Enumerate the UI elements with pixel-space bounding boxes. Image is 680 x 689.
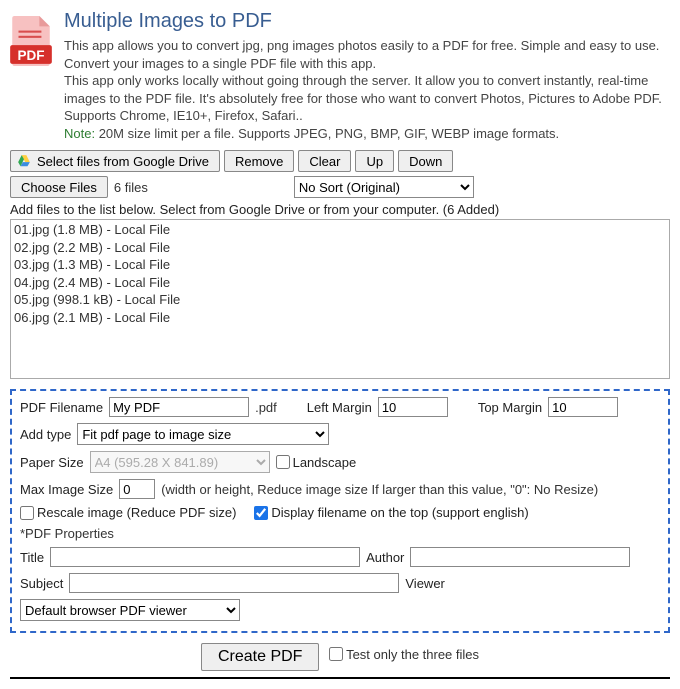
- paper-size-label: Paper Size: [20, 455, 84, 470]
- subject-label: Subject: [20, 576, 63, 591]
- title-label: Title: [20, 550, 44, 565]
- add-files-hint: Add files to the list below. Select from…: [10, 202, 670, 217]
- landscape-checkbox[interactable]: [276, 455, 290, 469]
- down-button[interactable]: Down: [398, 150, 453, 172]
- pdf-icon: PDF: [10, 16, 52, 69]
- gdrive-button-label: Select files from Google Drive: [37, 154, 209, 169]
- landscape-label: Landscape: [293, 455, 357, 470]
- svg-text:PDF: PDF: [17, 48, 44, 63]
- gdrive-icon: [17, 154, 31, 168]
- paper-size-select: A4 (595.28 X 841.89): [90, 451, 270, 473]
- remove-button[interactable]: Remove: [224, 150, 294, 172]
- up-button[interactable]: Up: [355, 150, 394, 172]
- add-type-label: Add type: [20, 427, 71, 442]
- description: This app allows you to convert jpg, png …: [64, 37, 670, 142]
- subject-input[interactable]: [69, 573, 399, 593]
- max-image-hint: (width or height, Reduce image size If l…: [161, 482, 598, 497]
- viewer-label: Viewer: [405, 576, 445, 591]
- pdf-ext-label: .pdf: [255, 400, 277, 415]
- clear-button[interactable]: Clear: [298, 150, 351, 172]
- list-item[interactable]: 06.jpg (2.1 MB) - Local File: [14, 309, 666, 327]
- file-list[interactable]: 01.jpg (1.8 MB) - Local File 02.jpg (2.2…: [10, 219, 670, 379]
- footer-divider: [10, 677, 670, 679]
- rescale-label: Rescale image (Reduce PDF size): [37, 505, 236, 520]
- pdf-properties-label: *PDF Properties: [20, 526, 114, 541]
- max-image-size-input[interactable]: [119, 479, 155, 499]
- pdf-filename-label: PDF Filename: [20, 400, 103, 415]
- left-margin-input[interactable]: [378, 397, 448, 417]
- list-item[interactable]: 01.jpg (1.8 MB) - Local File: [14, 221, 666, 239]
- max-image-size-label: Max Image Size: [20, 482, 113, 497]
- left-margin-label: Left Margin: [307, 400, 372, 415]
- viewer-select[interactable]: Default browser PDF viewer: [20, 599, 240, 621]
- sort-select[interactable]: No Sort (Original): [294, 176, 474, 198]
- page-title: Multiple Images to PDF: [64, 10, 670, 33]
- test-only-label: Test only the three files: [346, 647, 479, 662]
- list-item[interactable]: 03.jpg (1.3 MB) - Local File: [14, 256, 666, 274]
- display-filename-checkbox[interactable]: [254, 506, 268, 520]
- rescale-checkbox[interactable]: [20, 506, 34, 520]
- add-type-select[interactable]: Fit pdf page to image size: [77, 423, 329, 445]
- select-google-drive-button[interactable]: Select files from Google Drive: [10, 150, 220, 172]
- top-margin-label: Top Margin: [478, 400, 542, 415]
- top-margin-input[interactable]: [548, 397, 618, 417]
- list-item[interactable]: 05.jpg (998.1 kB) - Local File: [14, 291, 666, 309]
- pdf-filename-input[interactable]: [109, 397, 249, 417]
- settings-panel: PDF Filename .pdf Left Margin Top Margin…: [10, 389, 670, 633]
- list-item[interactable]: 04.jpg (2.4 MB) - Local File: [14, 274, 666, 292]
- choose-files-button[interactable]: Choose Files: [10, 176, 108, 198]
- file-count: 6 files: [114, 180, 148, 195]
- author-label: Author: [366, 550, 404, 565]
- create-pdf-button[interactable]: Create PDF: [201, 643, 319, 671]
- test-only-checkbox[interactable]: [329, 647, 343, 661]
- title-input[interactable]: [50, 547, 360, 567]
- author-input[interactable]: [410, 547, 630, 567]
- display-filename-label: Display filename on the top (support eng…: [271, 505, 528, 520]
- list-item[interactable]: 02.jpg (2.2 MB) - Local File: [14, 239, 666, 257]
